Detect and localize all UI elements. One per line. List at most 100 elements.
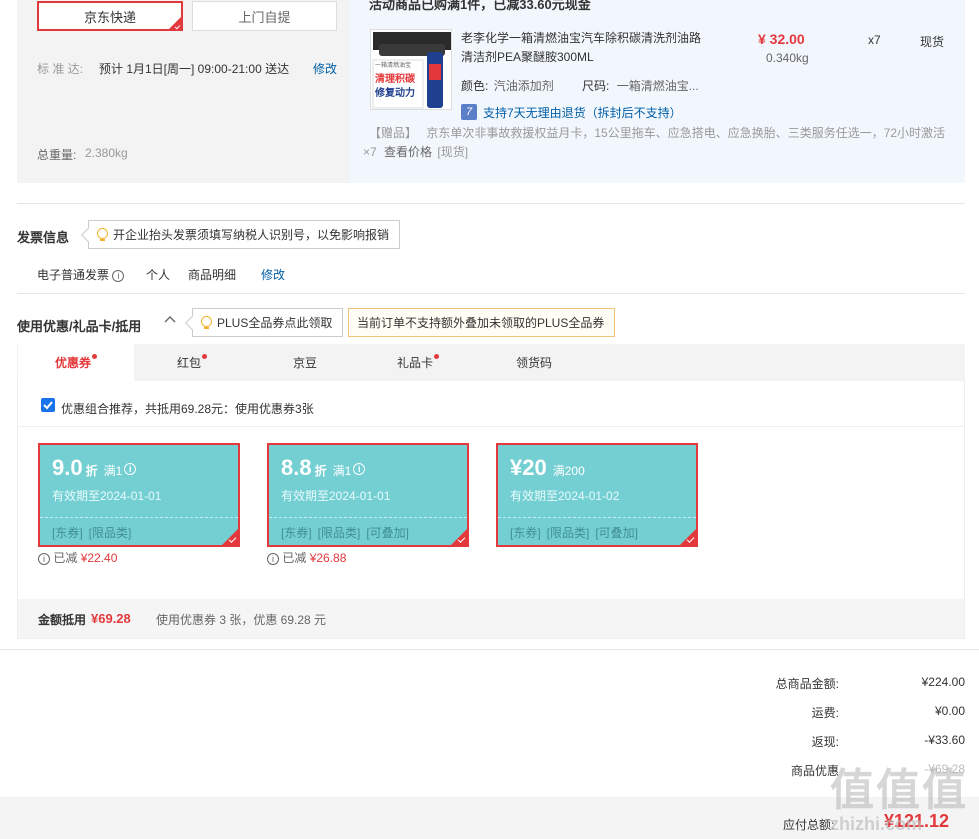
info-icon[interactable]: i — [38, 552, 50, 565]
summary-text: 使用优惠券 3 张，优惠 69.28 元 — [156, 613, 327, 627]
new-dot-icon — [202, 354, 207, 359]
tip-arrow — [80, 227, 96, 243]
saved-value: ¥26.88 — [309, 551, 347, 565]
invoice-holder: 个人 — [146, 268, 171, 282]
divider — [17, 203, 965, 204]
coupon-card[interactable]: 8.8 折满1 i 有效期至2024-01-01 [东券] [限品类] [可叠加] — [267, 443, 469, 547]
plus-coupon-tip[interactable]: PLUS全品券点此领取 — [184, 308, 344, 337]
tab-gift-card[interactable]: 礼品卡 — [360, 344, 476, 381]
coupon-tag: [可叠加] — [595, 526, 639, 540]
info-icon[interactable]: i — [267, 552, 279, 565]
return-policy-link[interactable]: 支持7天无理由退货（拆封后不支持） — [483, 104, 682, 121]
weight-value: 2.380kg — [85, 146, 128, 160]
tab-pickup-code[interactable]: 领货码 — [476, 344, 592, 381]
info-icon[interactable]: i — [124, 463, 137, 476]
lightbulb-icon — [201, 315, 212, 330]
summary-label: 金额抵用 — [38, 613, 87, 627]
invoice-tip-text: 开企业抬头发票须填写纳税人识别号，以免影响报销 — [113, 228, 390, 242]
summary-value: ¥69.28 — [91, 611, 131, 626]
invoice-type: 电子普通发票 i — [37, 266, 125, 283]
tab-label: 京豆 — [292, 356, 317, 370]
total-value: ¥0.00 — [934, 704, 965, 718]
info-icon[interactable]: i — [353, 463, 366, 476]
invoice-type-text: 电子普通发票 — [37, 268, 110, 282]
tab-coupons[interactable]: 优惠券 — [18, 344, 134, 381]
coupon-expire: 有效期至2024-01-01 — [52, 489, 162, 503]
coupon-amount: 8.8 折满1 i — [281, 455, 366, 481]
promo-text: 活动商品已购满1件，已减33.60元现金 — [369, 0, 591, 12]
tab-jd-beans[interactable]: 京豆 — [250, 344, 360, 381]
tab-red-packet[interactable]: 红包 — [134, 344, 250, 381]
product-image[interactable]: 一箱清燃油宝 清理积碳 修复动力 — [370, 29, 452, 110]
tab-label: 领货码 — [515, 356, 552, 370]
lightbulb-icon — [97, 227, 108, 242]
coupon-card[interactable]: 9.0 折满1 i 有效期至2024-01-01 [东券] [限品类] — [38, 443, 240, 547]
coupon-tag: [可叠加] — [366, 526, 410, 540]
tab-label: 红包 — [176, 356, 201, 370]
return-policy-icon: 7 — [461, 104, 477, 120]
combo-checkbox[interactable] — [41, 398, 55, 412]
size-value: 一箱清燃油宝... — [616, 79, 699, 93]
info-icon[interactable]: i — [112, 269, 125, 282]
chevron-up-icon[interactable] — [163, 313, 177, 327]
eta-label: 标 准 达: — [37, 62, 84, 76]
product-price: ¥ 32.00 — [758, 31, 805, 47]
shipping-option-label: 上门自提 — [238, 9, 291, 25]
coupon-value: 9.0 — [52, 455, 83, 480]
coupon-value: ¥20 — [510, 455, 547, 480]
shipping-option-label: 京东快递 — [83, 9, 136, 25]
coupon-tags: [东券] [限品类] — [40, 517, 238, 547]
product-name-line1[interactable]: 老李化学一箱清燃油宝汽车除积碳清洗剂油路 — [461, 29, 701, 48]
total-row: 运费: ¥0.00 — [0, 704, 979, 722]
coupon-card[interactable]: ¥20 满200 有效期至2024-01-02 [东券] [限品类] [可叠加] — [496, 443, 698, 547]
coupon-tag: [东券] — [510, 526, 541, 540]
eta-modify-link[interactable]: 修改 — [313, 60, 337, 77]
invoice-modify-link[interactable]: 修改 — [261, 266, 285, 283]
product-quantity: x7 — [868, 33, 881, 47]
size-attr: 尺码: 一箱清燃油宝... — [582, 77, 699, 94]
total-row: 返现: -¥33.60 — [0, 733, 979, 751]
coupon-tag: [限品类] — [546, 526, 590, 540]
total-label: 总商品金额: — [775, 677, 839, 691]
gift-price-link[interactable]: 查看价格 — [384, 145, 432, 159]
shipping-option-jd-express[interactable]: 京东快递 — [37, 1, 183, 31]
coupon-tag: [东券] — [281, 526, 312, 540]
selected-check-icon — [451, 529, 467, 545]
plus-coupon-tip-text: PLUS全品券点此领取 — [217, 316, 333, 330]
gift-stock: [现货] — [437, 145, 469, 159]
saved-value: ¥22.40 — [80, 551, 118, 565]
tip-arrow — [184, 315, 200, 331]
coupon-tags: [东券] [限品类] [可叠加] — [498, 517, 696, 547]
gift-line2: ×7 查看价格 [现货] — [363, 143, 468, 160]
plus-coupon-warning-text: 当前订单不支持额外叠加未领取的PLUS全品券 — [357, 316, 605, 330]
gift-qty: ×7 — [363, 145, 377, 159]
coupon-amount: ¥20 满200 — [510, 455, 585, 481]
product-stock: 现货 — [920, 35, 945, 49]
coupon-saved: i 已减 ¥26.88 — [267, 549, 346, 566]
discount-title: 使用优惠/礼品卡/抵用 — [17, 319, 142, 334]
check-icon — [43, 401, 53, 410]
color-label: 颜色: — [461, 79, 489, 93]
new-dot-icon — [434, 354, 439, 359]
image-caption-main1: 清理积碳 — [375, 74, 415, 85]
total-value: -¥33.60 — [924, 733, 965, 747]
coupon-tags: [东券] [限品类] [可叠加] — [269, 517, 467, 547]
divider — [0, 649, 979, 650]
watermark-url: zhizhi.com — [830, 814, 923, 834]
shipping-option-pickup[interactable]: 上门自提 — [192, 1, 337, 31]
color-value: 汽油添加剂 — [493, 79, 554, 93]
image-caption-top: 一箱清燃油宝 — [375, 63, 412, 69]
gift-tag: 【赠品】 — [369, 126, 418, 140]
invoice-content: 商品明细 — [188, 268, 237, 282]
coupon-value: 8.8 — [281, 455, 312, 480]
selected-check-icon — [680, 529, 696, 545]
weight-label: 总重量: — [37, 148, 77, 162]
image-caption-main2: 修复动力 — [375, 88, 415, 99]
discount-tabs: 优惠券 红包 京豆 礼品卡 领货码 — [17, 344, 965, 381]
product-name-line2[interactable]: 清洁剂PEA聚醚胺300ML — [461, 48, 594, 67]
color-attr: 颜色: 汽油添加剂 — [461, 77, 554, 94]
plus-coupon-warning: 当前订单不支持额外叠加未领取的PLUS全品券 — [348, 308, 616, 337]
eta-value: 预计 1月1日[周一] 09:00-21:00 送达 — [99, 62, 290, 76]
saved-label: 已减 — [53, 551, 78, 565]
coupon-condition: 满200 — [552, 464, 585, 478]
